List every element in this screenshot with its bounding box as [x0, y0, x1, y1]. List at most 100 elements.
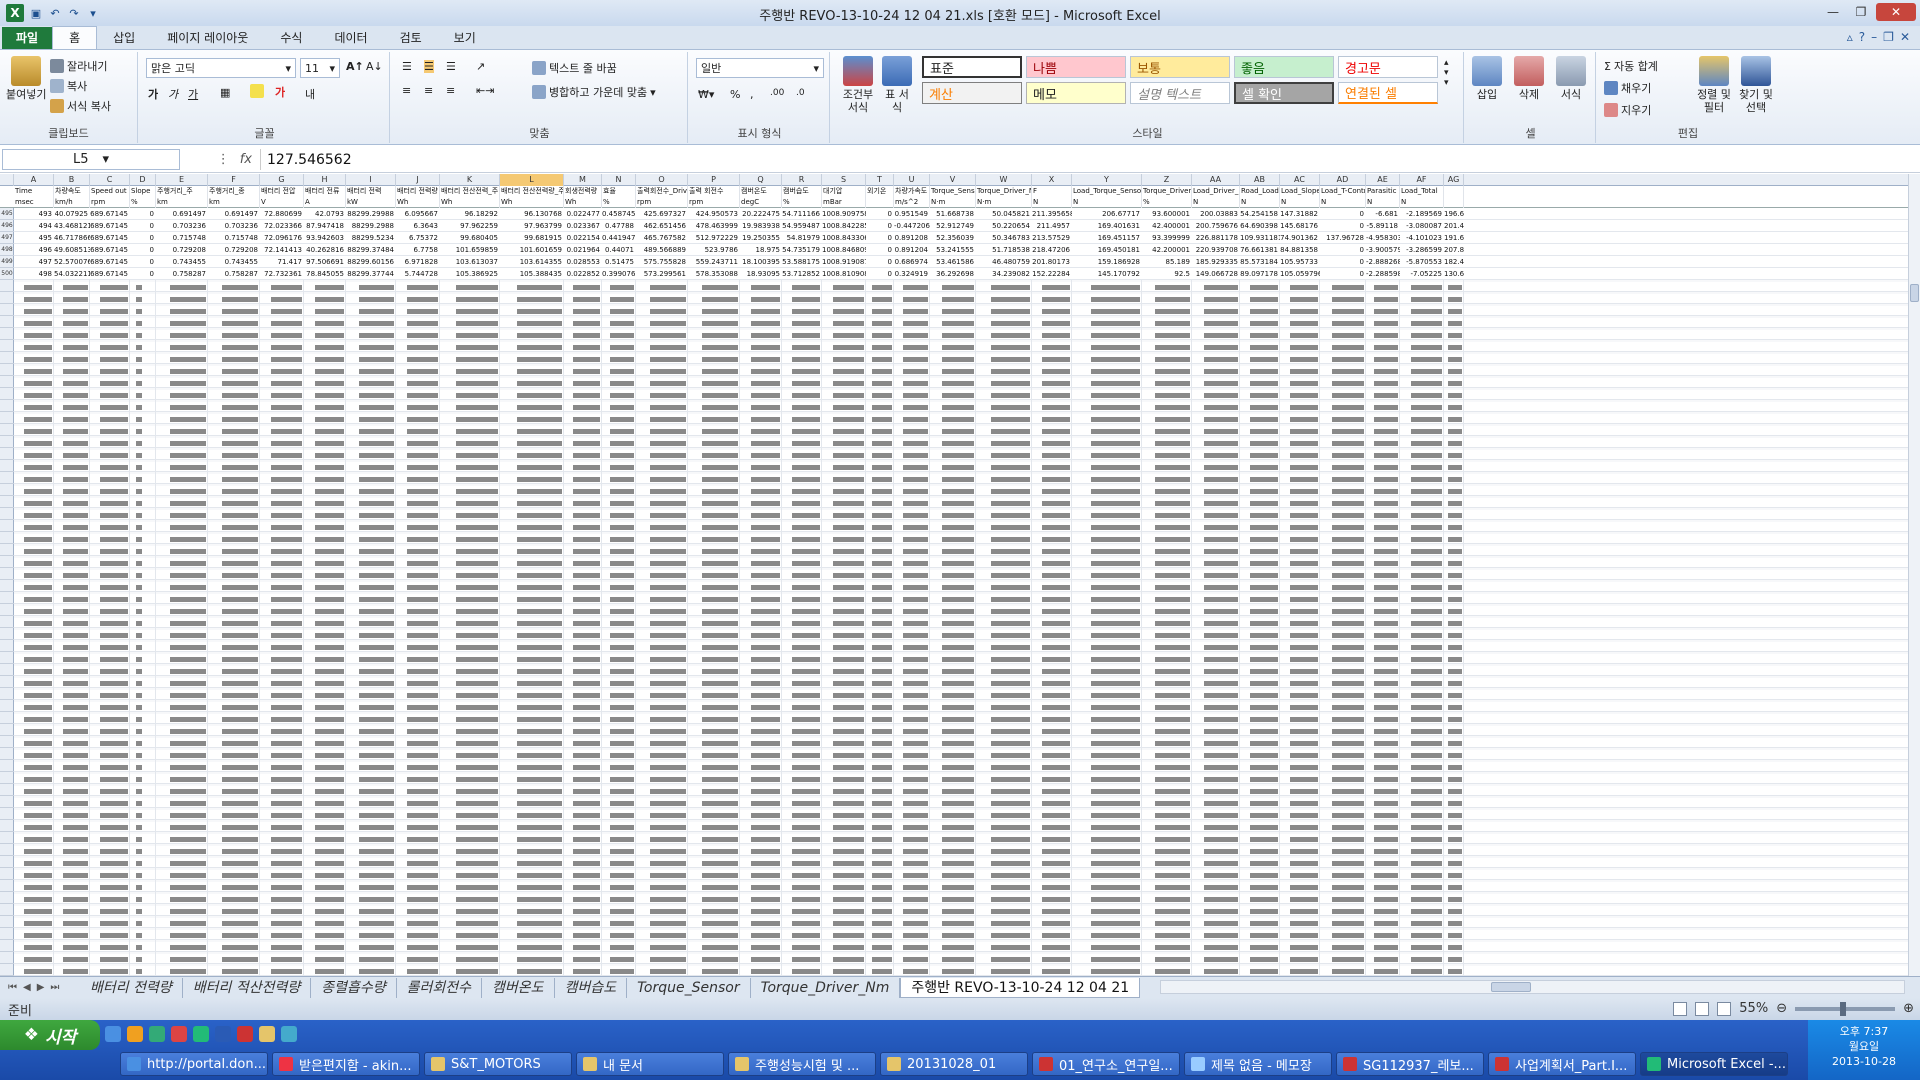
- redo-icon[interactable]: ↷: [67, 6, 81, 20]
- cell[interactable]: 196.693288: [1444, 209, 1464, 220]
- cell[interactable]: 489.566889: [636, 245, 688, 256]
- cell[interactable]: 42.0793: [304, 209, 346, 220]
- tab-review[interactable]: 검토: [384, 27, 438, 49]
- cell[interactable]: 20.222475: [740, 209, 782, 220]
- cell[interactable]: 0.441947: [602, 233, 636, 244]
- minimize-button[interactable]: —: [1820, 3, 1846, 21]
- cell[interactable]: 6.095667: [396, 209, 440, 220]
- grow-font-icon[interactable]: A↑: [346, 60, 364, 73]
- cell[interactable]: 74.901362: [1280, 233, 1320, 244]
- unit-cell[interactable]: km/h: [54, 197, 90, 208]
- cell[interactable]: 0: [866, 257, 894, 268]
- bold-icon[interactable]: 가: [148, 86, 158, 102]
- sheet-tab[interactable]: 캠버습도: [555, 977, 628, 998]
- unit-cell[interactable]: %: [1142, 197, 1192, 208]
- cell[interactable]: 0.028553: [564, 257, 602, 268]
- row-header[interactable]: [0, 592, 14, 604]
- cell[interactable]: 54.254158: [1240, 209, 1280, 220]
- doc-close-icon[interactable]: ✕: [1900, 30, 1910, 44]
- customize-qat-icon[interactable]: ▾: [86, 6, 100, 20]
- row-header[interactable]: [0, 724, 14, 736]
- cell[interactable]: 40.07925: [54, 209, 90, 220]
- row-header[interactable]: [0, 676, 14, 688]
- cell[interactable]: 105.386925: [440, 269, 500, 280]
- row-header[interactable]: [0, 904, 14, 916]
- horizontal-scroll-thumb[interactable]: [1491, 982, 1531, 992]
- cell[interactable]: 169.401631: [1072, 221, 1142, 232]
- style-linked-cell[interactable]: 연결된 셀: [1338, 82, 1438, 104]
- unit-cell[interactable]: Wh: [500, 197, 564, 208]
- unit-cell[interactable]: %: [782, 197, 822, 208]
- unit-cell[interactable]: V: [260, 197, 304, 208]
- row-header[interactable]: [0, 460, 14, 472]
- row-header[interactable]: [0, 508, 14, 520]
- taskbar-item[interactable]: 주행성능시험 및 ...: [728, 1052, 876, 1076]
- cell[interactable]: 54.81979: [782, 233, 822, 244]
- zoom-slider[interactable]: [1795, 1001, 1896, 1016]
- acrobat-icon[interactable]: [237, 1026, 253, 1042]
- row-header[interactable]: [0, 376, 14, 388]
- column-header-AA[interactable]: AA: [1192, 174, 1240, 186]
- column-header-V[interactable]: V: [930, 174, 976, 186]
- column-header-E[interactable]: E: [156, 174, 208, 186]
- row-header[interactable]: [0, 292, 14, 304]
- last-sheet-icon[interactable]: ⏭: [50, 982, 59, 993]
- column-header-W[interactable]: W: [976, 174, 1032, 186]
- tab-formulas[interactable]: 수식: [264, 27, 318, 49]
- header-cell[interactable]: Torque_Sensor: [930, 186, 976, 197]
- unit-cell[interactable]: Wh: [396, 197, 440, 208]
- cell[interactable]: 425.697327: [636, 209, 688, 220]
- normal-view-icon[interactable]: [1673, 1001, 1688, 1016]
- cell[interactable]: 103.614355: [500, 257, 564, 268]
- cell[interactable]: 0: [866, 209, 894, 220]
- first-sheet-icon[interactable]: ⏮: [8, 982, 17, 993]
- cell[interactable]: 46.480759: [976, 257, 1032, 268]
- cell[interactable]: 101.659859: [440, 245, 500, 256]
- cell[interactable]: 96.130768: [500, 209, 564, 220]
- column-header-AG[interactable]: AG: [1444, 174, 1464, 186]
- cell[interactable]: 689.67145: [90, 257, 130, 268]
- row-header[interactable]: [0, 628, 14, 640]
- cell[interactable]: 185.929335: [1192, 257, 1240, 268]
- row-header[interactable]: [0, 640, 14, 652]
- cell[interactable]: 89.097178: [1240, 269, 1280, 280]
- cell[interactable]: 6.971828: [396, 257, 440, 268]
- taskbar-item[interactable]: 20131028_01: [880, 1052, 1028, 1076]
- cell[interactable]: -4.958303: [1366, 233, 1400, 244]
- column-header-Z[interactable]: Z: [1142, 174, 1192, 186]
- cell[interactable]: 523.9786: [688, 245, 740, 256]
- header-cell[interactable]: 캠버온도: [740, 186, 782, 197]
- row-header[interactable]: [0, 364, 14, 376]
- cell[interactable]: 105.388435: [500, 269, 564, 280]
- column-header-F[interactable]: F: [208, 174, 260, 186]
- cell[interactable]: 424.950573: [688, 209, 740, 220]
- tab-home[interactable]: 홈: [52, 26, 98, 49]
- tab-page-layout[interactable]: 페이지 레이아웃: [151, 27, 264, 49]
- cell[interactable]: 201.80173: [1032, 257, 1072, 268]
- unit-cell[interactable]: N: [1280, 197, 1320, 208]
- unit-cell[interactable]: A: [304, 197, 346, 208]
- cell[interactable]: 200.759676: [1192, 221, 1240, 232]
- page-break-view-icon[interactable]: [1717, 1001, 1732, 1016]
- column-header-AF[interactable]: AF: [1400, 174, 1444, 186]
- header-cell[interactable]: 출력회전수_Driver: [636, 186, 688, 197]
- unit-cell[interactable]: N: [1366, 197, 1400, 208]
- column-header-AB[interactable]: AB: [1240, 174, 1280, 186]
- cell[interactable]: 19.983938: [740, 221, 782, 232]
- accounting-icon[interactable]: ₩▾: [698, 88, 714, 101]
- cell[interactable]: -5.870553: [1400, 257, 1444, 268]
- row-header[interactable]: [0, 736, 14, 748]
- row-header[interactable]: [0, 700, 14, 712]
- column-header-N[interactable]: N: [602, 174, 636, 186]
- shrink-font-icon[interactable]: A↓: [366, 60, 383, 73]
- cell[interactable]: 152.22284: [1032, 269, 1072, 280]
- header-cell[interactable]: Time: [14, 186, 54, 197]
- taskbar-item[interactable]: S&T_MOTORS: [424, 1052, 572, 1076]
- cell[interactable]: 226.881178: [1192, 233, 1240, 244]
- column-header-Q[interactable]: Q: [740, 174, 782, 186]
- cell[interactable]: 93.942603: [304, 233, 346, 244]
- cell[interactable]: 85.573184: [1240, 257, 1280, 268]
- name-box[interactable]: L5 ▾: [2, 149, 180, 170]
- indent-icon[interactable]: ⇤⇥: [476, 84, 494, 97]
- border-icon[interactable]: ▦: [220, 86, 230, 99]
